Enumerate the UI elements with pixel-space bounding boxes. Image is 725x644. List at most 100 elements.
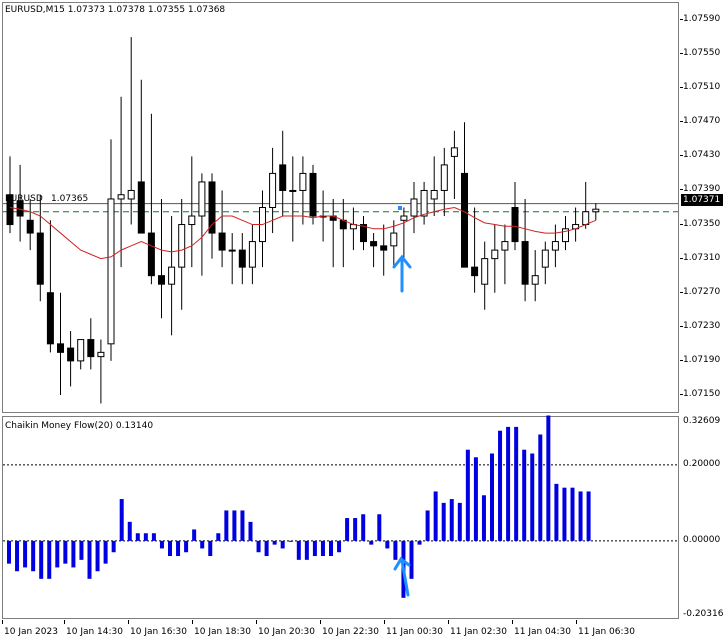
cmf-bar bbox=[361, 514, 366, 541]
cmf-bar bbox=[522, 449, 527, 541]
candle-body bbox=[551, 241, 559, 251]
cmf-bar bbox=[79, 540, 84, 560]
candle-body bbox=[46, 292, 54, 345]
candle-body bbox=[531, 275, 539, 285]
time-tick bbox=[128, 620, 129, 624]
candle-body bbox=[238, 249, 246, 268]
candle-body bbox=[410, 198, 418, 217]
cmf-bar bbox=[312, 540, 317, 557]
price-tick-label: 1.07230 bbox=[683, 320, 721, 331]
price-tick bbox=[680, 291, 683, 293]
time-tick bbox=[2, 620, 3, 624]
price-tick bbox=[680, 87, 683, 89]
cmf-bar bbox=[119, 499, 124, 541]
cmf-bar bbox=[546, 415, 551, 541]
cmf-bar bbox=[111, 540, 116, 553]
cmf-bar bbox=[353, 518, 358, 541]
candle-body bbox=[592, 208, 600, 213]
cmf-bar bbox=[159, 540, 164, 549]
cmf-bar bbox=[216, 533, 221, 541]
candle-body bbox=[158, 275, 165, 285]
candle-body bbox=[218, 232, 226, 251]
candle-body bbox=[36, 232, 44, 285]
candle-body bbox=[501, 241, 509, 251]
cmf-bar bbox=[103, 540, 108, 564]
cmf-bar bbox=[554, 483, 559, 541]
price-tick bbox=[680, 121, 683, 123]
candle-body bbox=[228, 249, 236, 252]
cmf-bar bbox=[345, 518, 350, 541]
signal-marker bbox=[398, 206, 402, 210]
indicator-title: Chaikin Money Flow(20) 0.13140 bbox=[5, 421, 154, 431]
cmf-bar bbox=[586, 491, 591, 541]
cmf-bar bbox=[498, 430, 503, 541]
indicator-tick-label: 0.00000 bbox=[683, 534, 721, 545]
time-tick-label: 10 Jan 20:30 bbox=[258, 627, 315, 637]
cmf-bar bbox=[473, 457, 478, 541]
price-tick bbox=[680, 359, 683, 361]
indicator-axis[interactable]: 0.32609 0.20000 0.00000 -0.20316 bbox=[680, 416, 725, 619]
cmf-bar bbox=[248, 521, 253, 541]
cmf-bar bbox=[514, 426, 519, 541]
cmf-bar bbox=[63, 540, 68, 564]
cmf-bar bbox=[232, 510, 237, 541]
cmf-bar bbox=[538, 434, 543, 541]
candle-body bbox=[390, 232, 398, 247]
cmf-bar bbox=[151, 533, 156, 541]
cmf-bar bbox=[272, 540, 277, 545]
candle-body bbox=[248, 241, 256, 268]
cmf-bar bbox=[481, 495, 486, 541]
price-tick-label: 1.07430 bbox=[683, 150, 721, 161]
indicator-tick-label: 0.20000 bbox=[683, 458, 721, 469]
candle-body bbox=[107, 198, 115, 345]
cmf-bar bbox=[296, 540, 301, 560]
cmf-bar bbox=[417, 540, 422, 545]
cmf-bar bbox=[71, 540, 76, 568]
current-price-tag: 1.07371 bbox=[681, 194, 723, 206]
cmf-bar bbox=[377, 514, 382, 541]
cmf-bar bbox=[7, 540, 11, 564]
candle-body bbox=[26, 219, 34, 234]
cmf-bar bbox=[176, 540, 181, 557]
candle-body bbox=[370, 241, 378, 247]
indicator-tick-label: -0.20316 bbox=[683, 609, 724, 619]
cmf-bar bbox=[288, 540, 293, 542]
price-tick bbox=[680, 257, 683, 259]
time-tick-label: 10 Jan 14:30 bbox=[66, 627, 123, 637]
cmf-bar bbox=[240, 510, 245, 541]
candle-body bbox=[269, 172, 277, 209]
time-tick-label: 11 Jan 06:30 bbox=[578, 627, 635, 637]
cmf-bar bbox=[47, 540, 52, 579]
time-axis[interactable]: 10 Jan 2023 10 Jan 14:30 10 Jan 16:30 10 Ja… bbox=[0, 620, 725, 644]
cmf-bar bbox=[320, 540, 325, 557]
candle-body bbox=[299, 172, 307, 191]
price-axis[interactable]: 1.07590 1.07550 1.07510 1.07470 1.07430 1.073… bbox=[680, 2, 725, 413]
cmf-bar bbox=[208, 540, 213, 557]
cmf-bar bbox=[15, 540, 20, 572]
time-tick bbox=[576, 620, 577, 624]
cmf-bar bbox=[449, 499, 454, 541]
cmf-bar bbox=[168, 540, 172, 557]
up-arrow-icon bbox=[392, 254, 412, 293]
price-chart-pane[interactable]: EURUSD,M15 1.07373 1.07378 1.07355 1.073… bbox=[2, 2, 679, 413]
cmf-bar bbox=[433, 491, 438, 541]
price-tick-label: 1.07590 bbox=[683, 14, 721, 25]
cmf-bar bbox=[562, 487, 567, 541]
price-tick-label: 1.07310 bbox=[683, 252, 721, 263]
candle-body bbox=[491, 249, 499, 260]
cmf-bar bbox=[143, 533, 148, 541]
cmf-bar bbox=[200, 540, 205, 549]
price-tick bbox=[680, 325, 683, 327]
cmf-bar bbox=[570, 487, 575, 541]
time-tick bbox=[320, 620, 321, 624]
time-tick bbox=[64, 620, 65, 624]
indicator-tick-label: 0.32609 bbox=[683, 416, 721, 426]
time-tick bbox=[256, 620, 257, 624]
time-tick-label: 10 Jan 18:30 bbox=[194, 627, 251, 637]
indicator-pane[interactable]: Chaikin Money Flow(20) 0.13140 bbox=[2, 415, 679, 619]
candle-body bbox=[461, 172, 468, 268]
price-tick-label: 1.07190 bbox=[683, 354, 721, 365]
cmf-bar bbox=[135, 533, 140, 541]
cmf-bar bbox=[506, 426, 511, 541]
price-tick bbox=[680, 189, 683, 191]
